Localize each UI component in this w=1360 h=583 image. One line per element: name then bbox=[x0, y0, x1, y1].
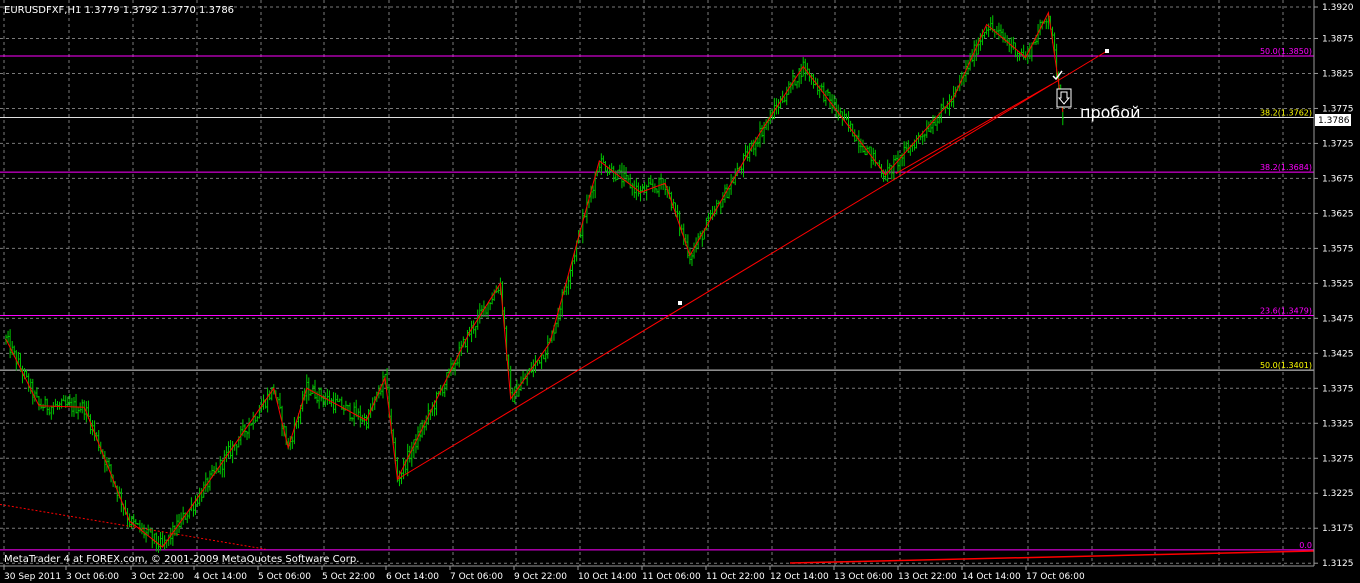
price-tick-label: 1.3575 bbox=[1322, 244, 1354, 254]
price-tick-label: 1.3325 bbox=[1322, 419, 1354, 429]
time-tick-label: 30 Sep 2011 bbox=[4, 572, 61, 582]
fib-level-label: 38.2(1.3684) bbox=[1260, 163, 1312, 172]
price-tick-label: 1.3675 bbox=[1322, 174, 1354, 184]
time-tick-label: 3 Oct 06:00 bbox=[66, 572, 119, 582]
time-tick-label: 13 Oct 06:00 bbox=[834, 572, 893, 582]
trendline-anchor bbox=[1105, 49, 1109, 53]
price-tick-label: 1.3625 bbox=[1322, 209, 1354, 219]
price-tick-label: 1.3725 bbox=[1322, 139, 1354, 149]
current-price-label: 1.3786 bbox=[1318, 116, 1350, 126]
time-tick-label: 12 Oct 14:00 bbox=[770, 572, 829, 582]
price-tick-label: 1.3425 bbox=[1322, 349, 1354, 359]
time-tick-label: 11 Oct 22:00 bbox=[706, 572, 765, 582]
price-tick-label: 1.3775 bbox=[1322, 104, 1354, 114]
fib-level-label: 38.2(1.3762) bbox=[1260, 109, 1312, 118]
time-tick-label: 7 Oct 06:00 bbox=[450, 572, 503, 582]
breakout-label: пробой bbox=[1080, 103, 1140, 122]
time-tick-label: 5 Oct 06:00 bbox=[258, 572, 311, 582]
footer-copyright: MetaTrader 4 at FOREX.com, © 2001-2009 M… bbox=[4, 554, 359, 565]
fib-level-label: 50.0(1.3401) bbox=[1260, 361, 1312, 370]
price-tick-label: 1.3175 bbox=[1322, 524, 1354, 534]
time-tick-label: 10 Oct 14:00 bbox=[578, 572, 637, 582]
price-tick-label: 1.3825 bbox=[1322, 69, 1354, 79]
current-price-marker: 1.3786 bbox=[1315, 114, 1351, 126]
trendline-anchor bbox=[678, 301, 682, 305]
time-tick-label: 5 Oct 22:00 bbox=[322, 572, 375, 582]
price-tick-label: 1.3920 bbox=[1322, 3, 1354, 13]
time-tick-label: 3 Oct 22:00 bbox=[131, 572, 184, 582]
price-tick-label: 1.3275 bbox=[1322, 454, 1354, 464]
time-tick-label: 4 Oct 14:00 bbox=[194, 572, 247, 582]
time-tick-label: 14 Oct 14:00 bbox=[962, 572, 1021, 582]
price-tick-label: 1.3875 bbox=[1322, 34, 1354, 44]
fib-level-label: 23.6(1.3479) bbox=[1260, 307, 1312, 316]
symbol-header: EURUSDFXF,H1 1.3779 1.3792 1.3770 1.3786 bbox=[4, 5, 234, 16]
time-tick-label: 17 Oct 06:00 bbox=[1026, 572, 1085, 582]
time-tick-label: 13 Oct 22:00 bbox=[898, 572, 957, 582]
time-tick-label: 11 Oct 06:00 bbox=[642, 572, 701, 582]
time-tick-label: 6 Oct 14:00 bbox=[386, 572, 439, 582]
fib-level-label: 0.0 bbox=[1299, 541, 1312, 550]
price-tick-label: 1.3225 bbox=[1322, 489, 1354, 499]
price-tick-label: 1.3525 bbox=[1322, 279, 1354, 289]
fib-level-label: 50.0(1.3850) bbox=[1260, 47, 1312, 56]
price-tick-label: 1.3375 bbox=[1322, 384, 1354, 394]
price-tick-label: 1.3125 bbox=[1322, 559, 1354, 569]
time-tick-label: 9 Oct 22:00 bbox=[514, 572, 567, 582]
price-tick-label: 1.3475 bbox=[1322, 314, 1354, 324]
price-chart[interactable]: 50.0(1.3850) 38.2(1.3762) 38.2(1.3684) 23.6… bbox=[0, 0, 1360, 583]
down-arrow-box-icon[interactable] bbox=[1056, 88, 1072, 108]
